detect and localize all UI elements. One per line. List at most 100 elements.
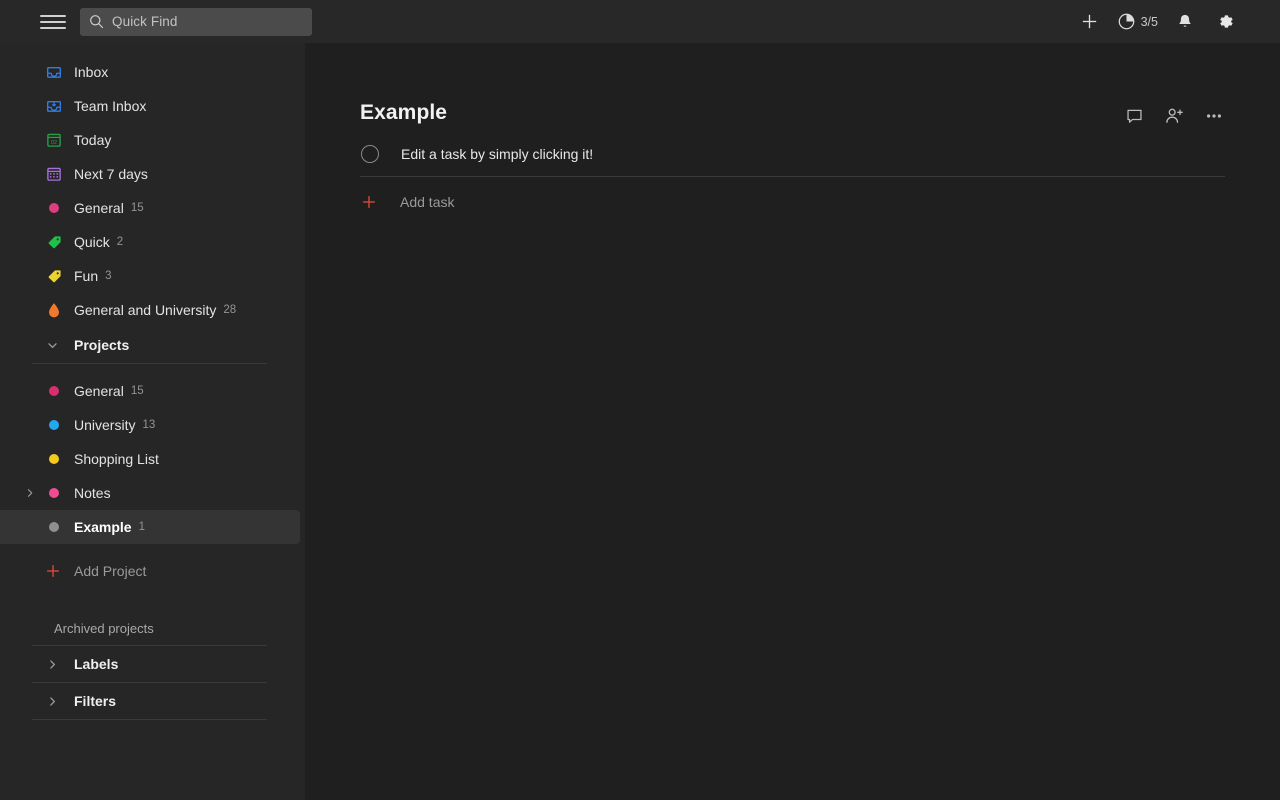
section-divider bbox=[32, 719, 267, 720]
settings-button[interactable] bbox=[1208, 5, 1242, 39]
more-options-button[interactable] bbox=[1203, 105, 1225, 127]
add-task-label: Add task bbox=[400, 194, 455, 210]
sidebar-item-label: Fun bbox=[74, 268, 99, 284]
sidebar-project-notes[interactable]: Notes bbox=[0, 476, 300, 510]
add-project-label: Add Project bbox=[74, 563, 147, 579]
sidebar-item-label: Next 7 days bbox=[74, 166, 148, 182]
sidebar-project-university[interactable]: University 13 bbox=[0, 408, 300, 442]
archived-projects-link[interactable]: Archived projects bbox=[0, 611, 305, 645]
project-count: 1 bbox=[138, 521, 145, 533]
productivity-progress-icon bbox=[1118, 13, 1134, 30]
sidebar-item-general[interactable]: General 15 bbox=[0, 191, 300, 225]
sidebar-item-next-7-days[interactable]: Next 7 days bbox=[0, 157, 300, 191]
gear-icon bbox=[1219, 15, 1233, 28]
search-placeholder: Quick Find bbox=[112, 14, 178, 29]
todoist-app-window: Quick Find 3/5 Inbox Team Inbox 02 Today… bbox=[0, 0, 1280, 800]
hamburger-menu-icon[interactable] bbox=[40, 9, 66, 35]
main-content: Example Edit a task by simply clicking i… bbox=[305, 43, 1280, 800]
plus-icon bbox=[1082, 14, 1097, 29]
label-tag-icon bbox=[44, 266, 64, 286]
sidebar-item-count: 2 bbox=[116, 236, 124, 248]
main-header: Example bbox=[360, 101, 1225, 127]
project-label: University bbox=[74, 417, 136, 433]
hamburger-line bbox=[40, 14, 66, 17]
chevron-right-icon bbox=[44, 693, 60, 709]
dot-icon bbox=[44, 198, 64, 218]
task-checkbox[interactable] bbox=[361, 144, 379, 163]
project-actions bbox=[1123, 101, 1225, 127]
dot-icon bbox=[44, 449, 64, 469]
sidebar-item-quick[interactable]: Quick 2 bbox=[0, 225, 300, 259]
share-project-button[interactable] bbox=[1163, 105, 1185, 127]
sidebar-item-label: General and University bbox=[74, 302, 217, 318]
hamburger-line bbox=[40, 20, 66, 23]
sidebar-item-fun[interactable]: Fun 3 bbox=[0, 259, 300, 293]
sidebar-item-inbox[interactable]: Inbox bbox=[0, 55, 300, 89]
filter-flame-icon bbox=[44, 300, 64, 320]
sidebar-item-label: Team Inbox bbox=[74, 98, 147, 114]
task-row[interactable]: Edit a task by simply clicking it! bbox=[360, 144, 1225, 177]
plus-icon bbox=[360, 193, 378, 211]
plus-icon bbox=[44, 562, 62, 580]
task-title[interactable]: Edit a task by simply clicking it! bbox=[401, 146, 593, 162]
dot-icon bbox=[44, 483, 64, 503]
sidebar-project-shopping-list[interactable]: Shopping List bbox=[0, 442, 300, 476]
section-label: Projects bbox=[74, 337, 130, 353]
sidebar: Inbox Team Inbox 02 Today Next 7 days Ge… bbox=[0, 43, 305, 800]
add-task-quick-button[interactable] bbox=[1073, 5, 1107, 39]
sidebar-item-team-inbox[interactable]: Team Inbox bbox=[0, 89, 300, 123]
label-tag-icon bbox=[44, 232, 64, 252]
task-list: Edit a task by simply clicking it! Add t… bbox=[360, 144, 1225, 222]
project-count: 13 bbox=[142, 419, 156, 431]
dot-icon bbox=[44, 517, 64, 537]
sidebar-item-label: Today bbox=[74, 132, 112, 148]
sidebar-item-label: Quick bbox=[74, 234, 110, 250]
sidebar-item-today[interactable]: 02 Today bbox=[0, 123, 300, 157]
bell-icon bbox=[1179, 14, 1191, 27]
sidebar-item-general-and-university[interactable]: General and University 28 bbox=[0, 293, 300, 327]
dot-icon bbox=[44, 415, 64, 435]
page-title: Example bbox=[360, 101, 448, 124]
svg-text:02: 02 bbox=[51, 140, 57, 146]
team-inbox-icon bbox=[44, 96, 64, 116]
add-project-button[interactable]: Add Project bbox=[0, 554, 305, 588]
search-input[interactable]: Quick Find bbox=[80, 7, 312, 36]
sidebar-item-count: 3 bbox=[105, 270, 112, 282]
chevron-right-icon bbox=[44, 656, 60, 672]
project-count: 15 bbox=[130, 385, 144, 397]
sidebar-item-count: 28 bbox=[223, 304, 237, 316]
section-label: Labels bbox=[74, 656, 119, 672]
project-label: General bbox=[74, 383, 124, 399]
section-label: Filters bbox=[74, 693, 117, 709]
sidebar-item-count: 15 bbox=[130, 202, 144, 214]
project-label: Notes bbox=[74, 485, 111, 501]
productivity-karma-button[interactable]: 3/5 bbox=[1113, 5, 1162, 39]
hamburger-line bbox=[40, 26, 66, 29]
comment-bubble-icon bbox=[1126, 109, 1142, 123]
project-label: Example bbox=[74, 519, 132, 535]
sidebar-section-labels[interactable]: Labels bbox=[0, 646, 300, 682]
sidebar-item-label: Inbox bbox=[74, 64, 109, 80]
add-task-button[interactable]: Add task bbox=[360, 182, 1225, 222]
karma-count: 3/5 bbox=[1140, 14, 1158, 29]
chevron-right-icon[interactable] bbox=[22, 485, 38, 501]
sidebar-project-general[interactable]: General 15 bbox=[0, 374, 300, 408]
sidebar-section-projects[interactable]: Projects bbox=[0, 327, 300, 363]
app-body: Inbox Team Inbox 02 Today Next 7 days Ge… bbox=[0, 43, 1280, 800]
dot-icon bbox=[44, 381, 64, 401]
project-label: Shopping List bbox=[74, 451, 159, 467]
today-icon: 02 bbox=[44, 130, 64, 150]
notifications-button[interactable] bbox=[1168, 5, 1202, 39]
top-bar: Quick Find 3/5 bbox=[0, 0, 1280, 43]
next-7-days-icon bbox=[44, 164, 64, 184]
search-icon bbox=[90, 15, 104, 29]
inbox-icon bbox=[44, 62, 64, 82]
sidebar-section-filters[interactable]: Filters bbox=[0, 683, 300, 719]
sidebar-item-label: General bbox=[74, 200, 124, 216]
comments-button[interactable] bbox=[1123, 105, 1145, 127]
top-bar-actions: 3/5 bbox=[1073, 5, 1280, 39]
chevron-down-icon bbox=[44, 337, 60, 353]
sidebar-project-example[interactable]: Example 1 bbox=[0, 510, 300, 544]
more-options-icon bbox=[1207, 114, 1221, 118]
add-person-icon bbox=[1166, 108, 1183, 123]
